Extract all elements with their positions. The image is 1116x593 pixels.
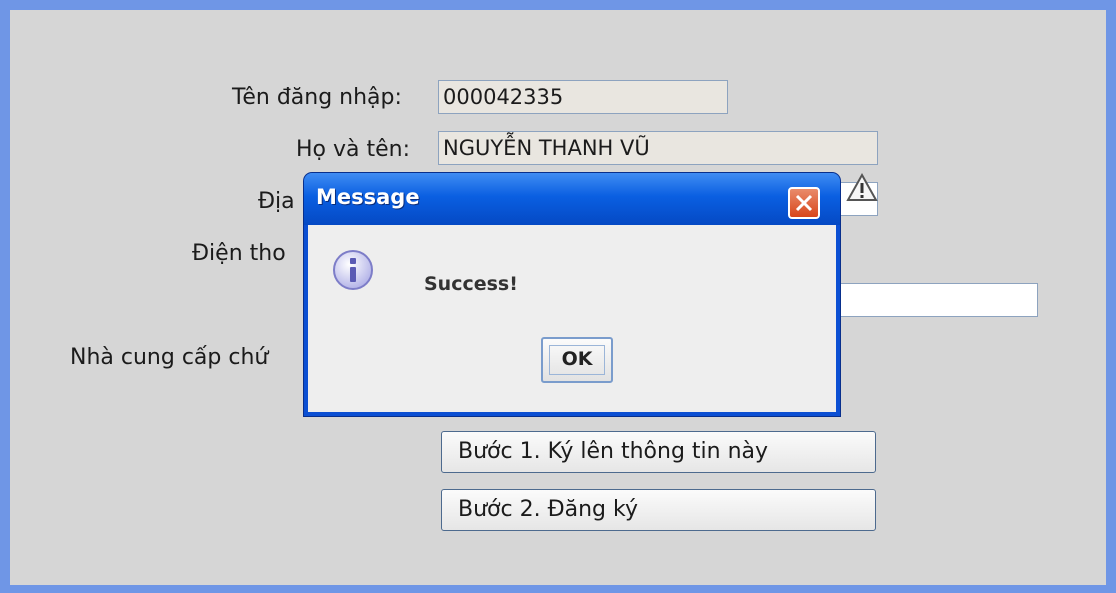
step2-register-button[interactable]: Bước 2. Đăng ký: [441, 489, 876, 531]
close-button[interactable]: [788, 187, 820, 219]
message-dialog: Message Success! OK: [304, 173, 840, 416]
close-icon: [795, 194, 813, 212]
provider-field[interactable]: [836, 283, 1038, 317]
info-icon: [333, 250, 373, 290]
step1-sign-button[interactable]: Bước 1. Ký lên thông tin này: [441, 431, 876, 473]
dialog-title: Message: [316, 185, 420, 209]
dialog-titlebar[interactable]: Message: [304, 173, 840, 225]
phone-label: Điện tho: [192, 241, 286, 266]
ok-button[interactable]: OK: [541, 337, 613, 383]
username-label: Tên đăng nhập:: [232, 85, 402, 110]
fullname-field[interactable]: NGUYỄN THANH VŨ: [438, 131, 878, 165]
provider-label: Nhà cung cấp chứ: [70, 345, 269, 370]
username-field[interactable]: 000042335: [438, 80, 728, 114]
dialog-message: Success!: [424, 273, 518, 295]
address-label: Địa: [258, 189, 295, 214]
dialog-content: Success! OK: [308, 225, 836, 412]
warning-icon: [846, 172, 878, 201]
fullname-label: Họ và tên:: [296, 137, 411, 162]
